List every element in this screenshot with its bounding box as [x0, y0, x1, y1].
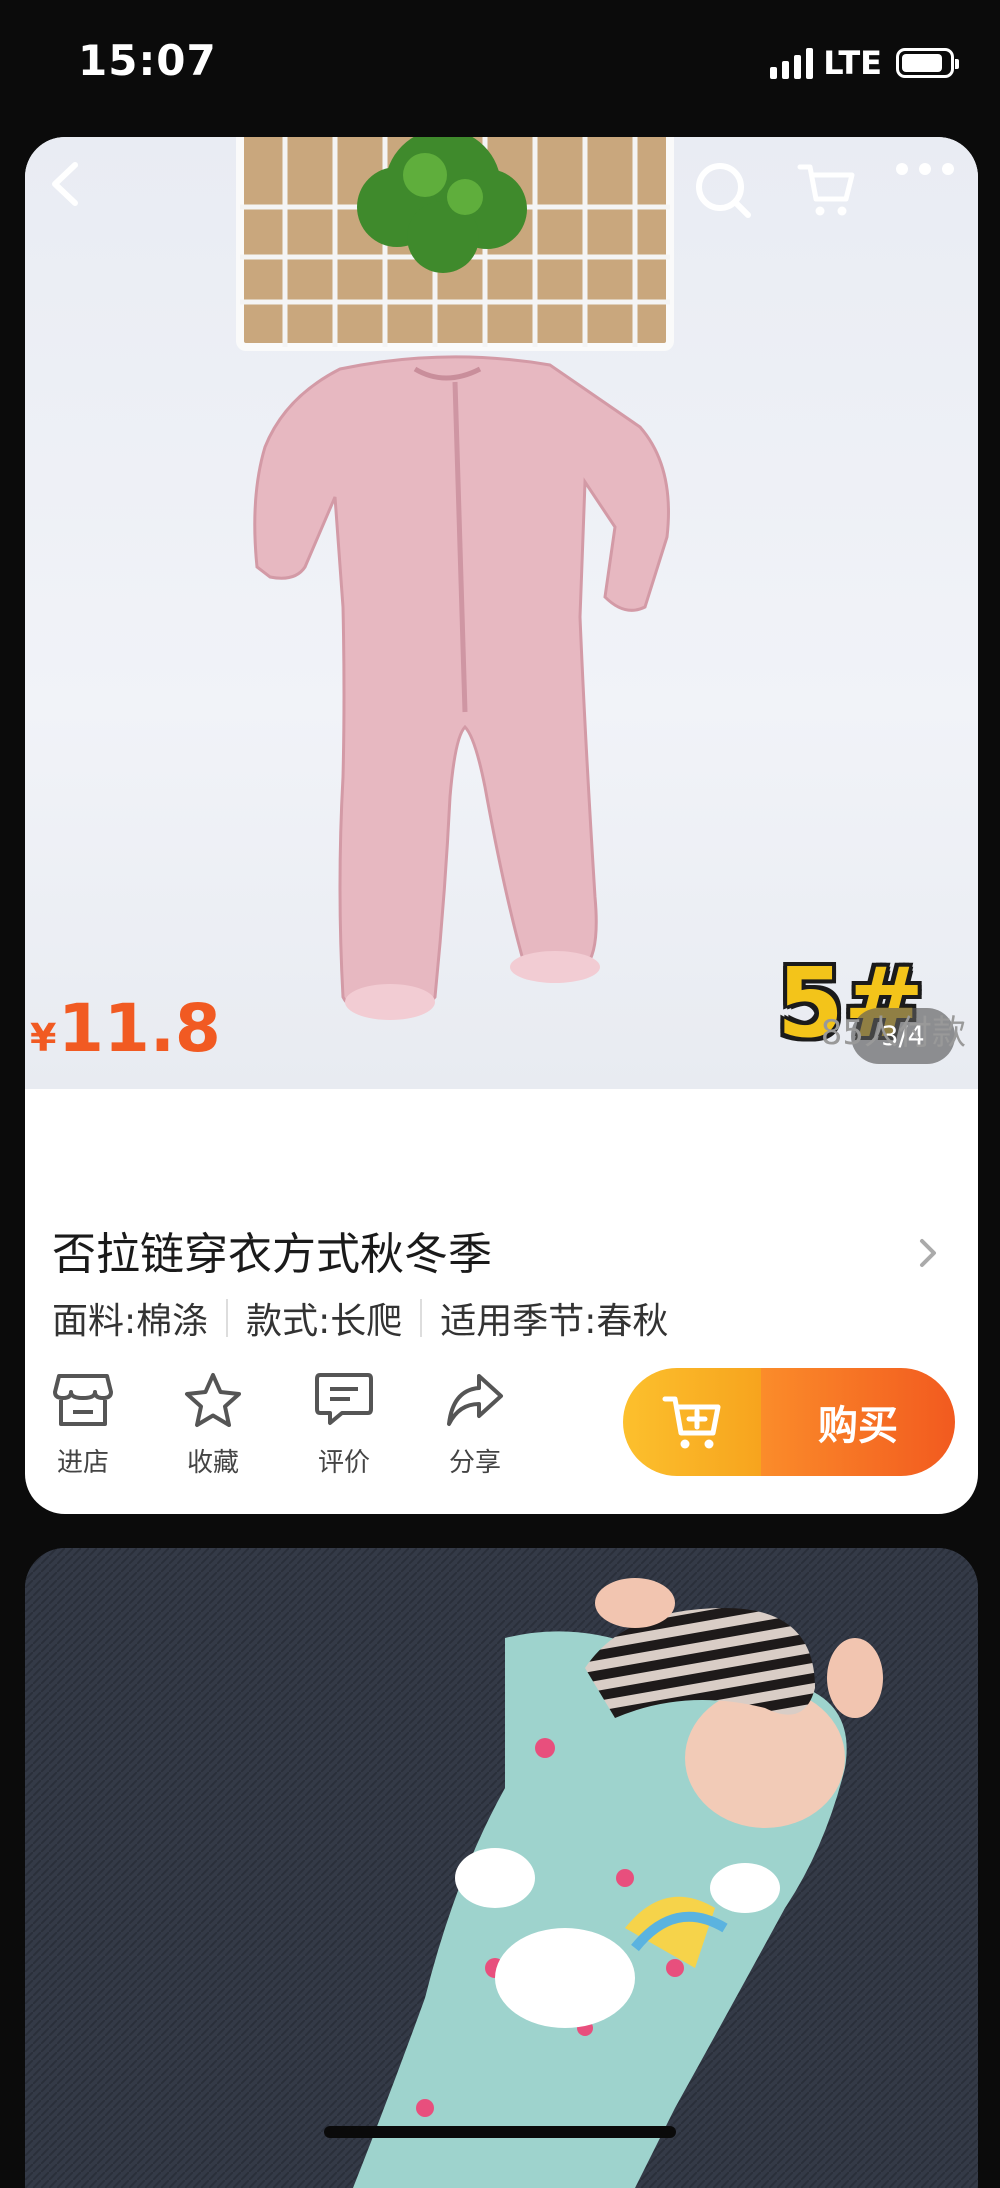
- next-product-image[interactable]: [25, 1548, 978, 2188]
- attribute-fabric: 面料:棉涤: [52, 1301, 209, 1342]
- store-label: 进店: [56, 1448, 109, 1478]
- currency-symbol: ¥: [30, 1016, 57, 1060]
- home-indicator[interactable]: [324, 2126, 676, 2138]
- store-icon: [53, 1374, 113, 1426]
- back-button[interactable]: [45, 159, 115, 229]
- sales-count: 85人付款: [820, 1013, 966, 1053]
- buy-now-button[interactable]: 购买: [761, 1368, 955, 1476]
- sleeping-baby-illustration: [25, 1548, 978, 2188]
- chevron-right-icon: [920, 1239, 936, 1267]
- attribute-season: 适用季节:春秋: [440, 1301, 669, 1342]
- product-image[interactable]: 5# 3/4: [25, 137, 978, 1089]
- purchase-buttons: 购买: [623, 1368, 955, 1476]
- product-price: 11.8: [58, 990, 221, 1067]
- chevron-left-icon: [52, 162, 78, 206]
- more-button[interactable]: [894, 159, 964, 229]
- store-button[interactable]: 进店: [28, 1360, 138, 1479]
- search-button[interactable]: [692, 159, 762, 229]
- attribute-divider: [226, 1299, 229, 1337]
- signal-icon: [770, 47, 814, 79]
- more-icon: [896, 163, 954, 175]
- favorite-button[interactable]: 收藏: [158, 1360, 268, 1479]
- cart-plus-icon: [662, 1396, 721, 1449]
- favorite-label: 收藏: [186, 1448, 239, 1478]
- share-label: 分享: [448, 1448, 501, 1478]
- reviews-label: 评价: [317, 1448, 370, 1478]
- status-bar: 15:07 LTE: [0, 0, 1000, 120]
- network-type: LTE: [823, 44, 882, 82]
- attribute-style: 款式:长爬: [246, 1301, 403, 1342]
- status-time: 15:07: [78, 36, 217, 85]
- star-icon: [185, 1373, 241, 1427]
- cart-icon: [797, 164, 855, 216]
- comment-icon: [315, 1373, 373, 1425]
- product-title-row[interactable]: 否拉链穿衣方式秋冬季: [52, 1218, 957, 1288]
- search-icon: [696, 163, 751, 218]
- cart-button[interactable]: [796, 159, 866, 229]
- add-to-cart-button[interactable]: [623, 1368, 761, 1476]
- attribute-divider: [420, 1299, 423, 1337]
- product-attributes: 面料:棉涤 款式:长爬 适用季节:春秋: [52, 1292, 668, 1344]
- product-title: 否拉链穿衣方式秋冬季: [52, 1229, 492, 1280]
- share-icon: [447, 1374, 503, 1426]
- share-button[interactable]: 分享: [420, 1360, 530, 1479]
- battery-icon: [896, 48, 959, 78]
- status-indicators: LTE: [770, 44, 959, 82]
- reviews-button[interactable]: 评价: [289, 1360, 399, 1479]
